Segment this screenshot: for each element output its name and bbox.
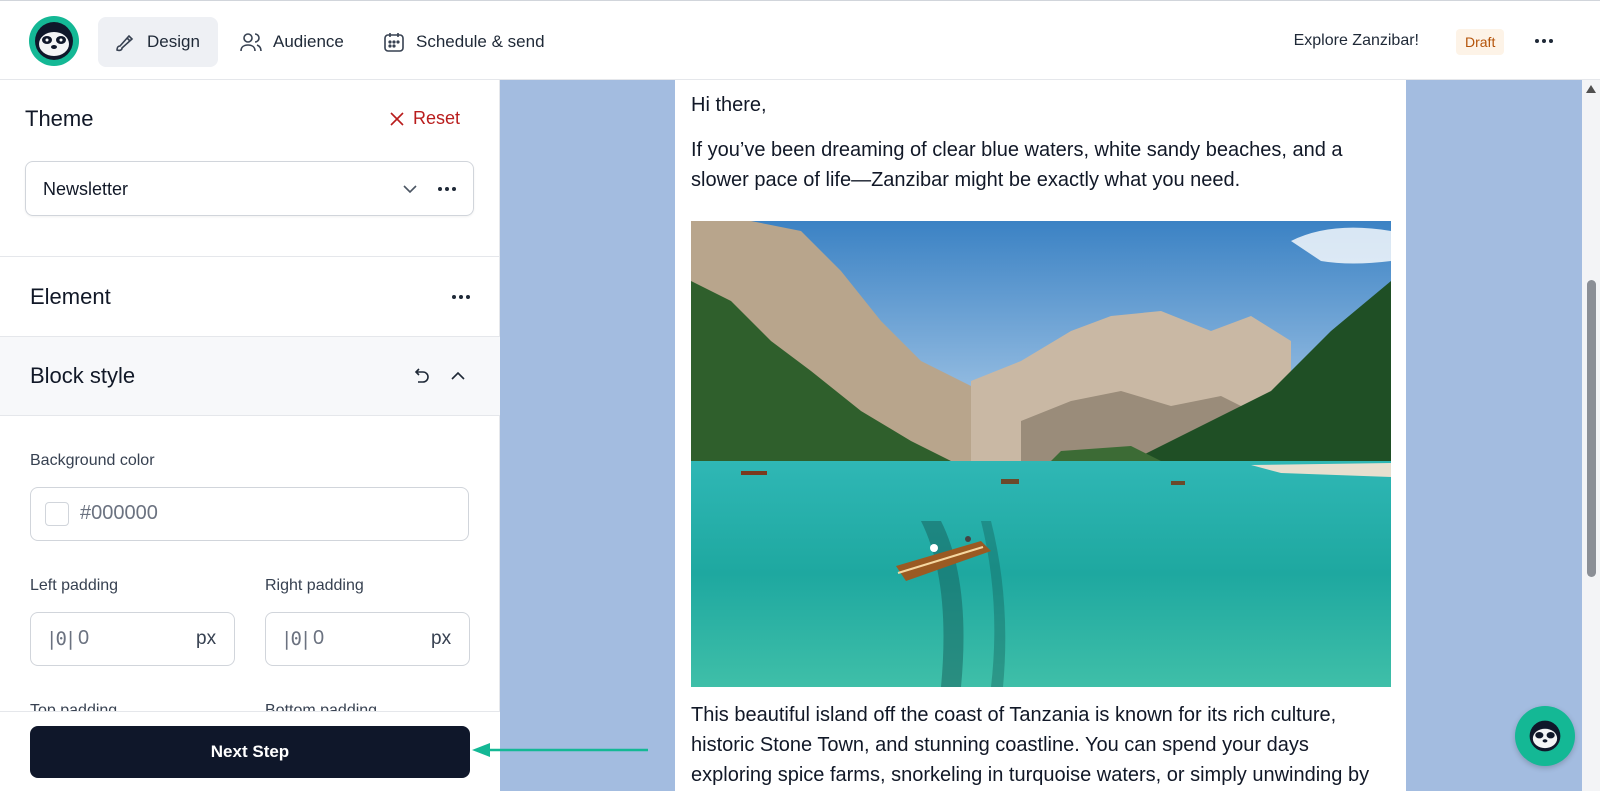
color-swatch[interactable] <box>45 502 69 526</box>
users-icon <box>240 33 262 52</box>
right-padding-value: 0 <box>313 627 325 649</box>
next-step-button[interactable]: Next Step <box>30 726 470 778</box>
right-padding-unit: px <box>431 628 452 649</box>
sloth-logo-icon[interactable] <box>29 16 79 66</box>
scrollbar-thumb[interactable] <box>1587 280 1596 577</box>
theme-more-icon[interactable] <box>438 187 456 191</box>
undo-icon[interactable] <box>411 366 431 386</box>
calendar-icon <box>384 33 404 52</box>
chevron-up-icon[interactable] <box>449 367 467 385</box>
element-title: Element <box>30 284 111 309</box>
background-color-input[interactable]: #000000 <box>30 487 469 541</box>
chevron-down-icon <box>403 185 417 194</box>
more-dots-icon <box>1535 39 1553 43</box>
right-padding-label: Right padding <box>265 577 364 594</box>
scrollbar[interactable] <box>1582 80 1600 791</box>
element-more-icon[interactable] <box>452 295 470 299</box>
divider <box>0 256 500 257</box>
left-padding-label: Left padding <box>30 577 119 594</box>
campaign-name[interactable]: Explore Zanzibar! <box>1294 32 1419 50</box>
theme-select[interactable]: Newsletter <box>25 161 474 216</box>
tab-audience[interactable]: Audience <box>224 17 359 67</box>
email-canvas: Hi there, If you’ve been dreaming of cle… <box>500 80 1582 791</box>
tab-schedule-send-label: Schedule & send <box>416 32 545 51</box>
email-body-paragraph[interactable]: This beautiful island off the coast of T… <box>691 700 1391 790</box>
padding-icon: |0| <box>281 628 311 650</box>
tab-audience-label: Audience <box>273 32 344 51</box>
right-padding-input[interactable]: |0| 0 px <box>265 612 470 666</box>
background-color-label: Background color <box>30 452 155 469</box>
padding-icon: |0| <box>46 628 76 650</box>
reset-button[interactable]: Reset <box>389 108 460 129</box>
more-options-button[interactable] <box>1532 31 1556 51</box>
close-icon <box>390 111 404 126</box>
reset-label: Reset <box>413 108 461 128</box>
chat-support-button[interactable] <box>1515 706 1575 766</box>
theme-title: Theme <box>25 106 94 131</box>
sloth-chat-icon <box>1529 720 1561 752</box>
email-greeting[interactable]: Hi there, <box>691 90 1391 120</box>
email-intro-paragraph[interactable]: If you’ve been dreaming of clear blue wa… <box>691 135 1391 195</box>
top-bar: Design Audience Schedule & send Explore … <box>0 0 1600 80</box>
email-preview[interactable]: Hi there, If you’ve been dreaming of cle… <box>675 80 1406 791</box>
brush-icon <box>116 34 134 52</box>
status-badge: Draft <box>1456 29 1505 55</box>
left-padding-input[interactable]: |0| 0 px <box>30 612 235 666</box>
annotation-arrow-icon <box>472 743 648 757</box>
tab-design-label: Design <box>147 32 200 51</box>
left-padding-unit: px <box>196 628 217 649</box>
tab-design[interactable]: Design <box>98 17 218 67</box>
tab-schedule-send[interactable]: Schedule & send <box>367 17 560 67</box>
left-padding-value: 0 <box>78 627 90 649</box>
block-style-title: Block style <box>30 363 136 388</box>
theme-select-value: Newsletter <box>43 179 129 199</box>
background-color-value: #000000 <box>80 502 158 524</box>
scroll-up-arrow-icon[interactable] <box>1586 85 1596 93</box>
hero-image[interactable] <box>691 221 1391 687</box>
